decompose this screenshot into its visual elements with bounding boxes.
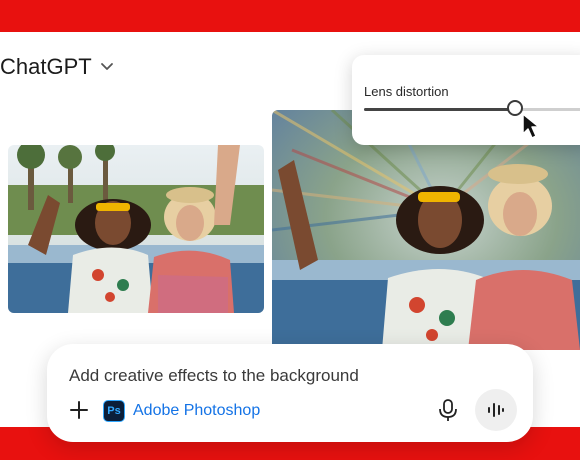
microphone-icon[interactable] — [437, 398, 459, 422]
lens-distortion-label: Lens distortion — [364, 84, 449, 99]
voice-waveform-icon[interactable] — [475, 389, 517, 431]
lens-distortion-panel: Lens distortion — [352, 55, 580, 145]
top-red-band — [0, 0, 580, 32]
model-selector[interactable]: ChatGPT — [0, 54, 114, 80]
photoshop-icon: Ps — [103, 400, 125, 422]
original-photo — [8, 145, 264, 313]
chevron-down-icon — [100, 62, 114, 72]
photoshop-label: Adobe Photoshop — [133, 402, 261, 419]
app-title: ChatGPT — [0, 54, 92, 79]
photoshop-app-chip[interactable]: Ps Adobe Photoshop — [103, 400, 260, 422]
prompt-composer: Add creative effects to the background P… — [47, 344, 533, 442]
lens-distortion-slider[interactable] — [364, 100, 580, 116]
slider-fill — [364, 108, 516, 111]
edited-photo — [272, 110, 580, 350]
pointer-cursor-icon — [520, 112, 544, 145]
prompt-input[interactable]: Add creative effects to the background — [69, 366, 359, 386]
plus-icon[interactable] — [69, 400, 89, 420]
